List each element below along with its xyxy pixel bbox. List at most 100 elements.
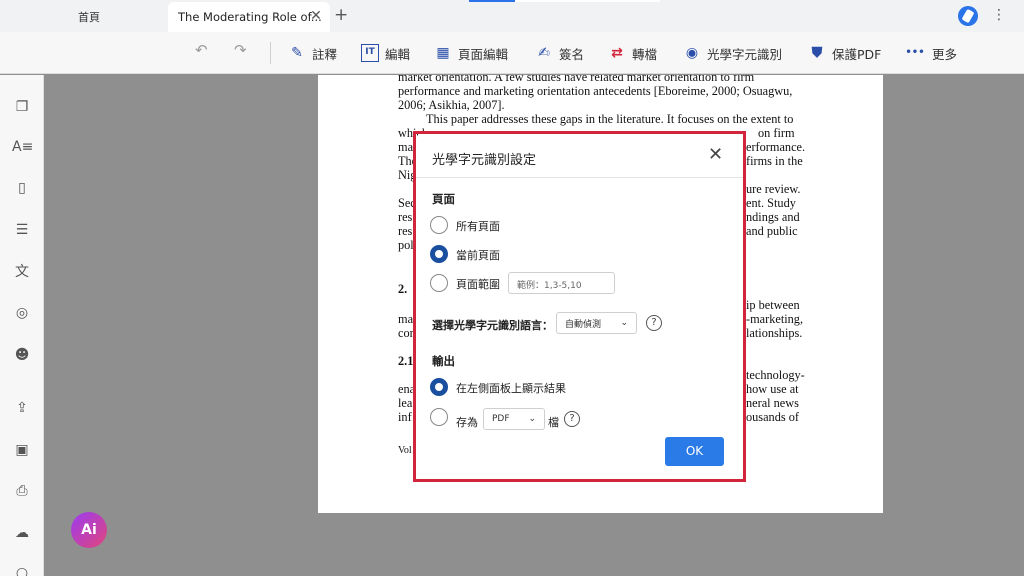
ocr-language-label: 選擇光學字元識別語言： (432, 319, 553, 332)
more-dots-icon: ••• (905, 47, 925, 58)
page-edit-button[interactable]: ▦ 頁面編輯 (434, 32, 508, 74)
left-sidebar: ❐ A≡ ▯ ☰ 文 ◎ ☻ ⇪ ▣ ⎙ ☁ ○ (0, 75, 44, 576)
doc-line: lationships. (746, 326, 803, 340)
doc-footer: Vol (398, 445, 412, 456)
file-suffix-label: 檔 (548, 416, 559, 429)
close-tab-icon[interactable]: ✕ (308, 8, 324, 24)
doc-line: This paper addresses these gaps in the l… (426, 112, 794, 126)
ocr-button[interactable]: ◉ 光學字元識別 (683, 32, 782, 74)
tab-home-label: 首頁 (78, 11, 100, 24)
doc-line: ousands of (746, 410, 799, 424)
doc-line: 2006; Asikhia, 2007]. (398, 98, 505, 112)
dialog-divider (416, 177, 743, 178)
doc-line: on firm (758, 126, 795, 140)
bookmark-icon[interactable]: ▯ (12, 178, 32, 198)
outline-icon[interactable]: ☰ (12, 220, 32, 240)
doc-line: performance and marketing orientation an… (398, 84, 793, 98)
ocr-sidebar-icon[interactable]: ◎ (12, 303, 32, 323)
main-toolbar: ↶ ↷ ✎ 註釋 IT 編輯 ▦ 頁面編輯 ✍ 簽名 ⇄ 轉檔 ◉ 光學字元識別… (0, 32, 1024, 74)
page-range-input[interactable]: 範例：1,3-5,10 (508, 272, 615, 294)
doc-line: and public (746, 224, 798, 238)
account-icon[interactable] (958, 6, 978, 26)
chevron-down-icon: ⌄ (620, 318, 628, 328)
chevron-down-icon: ⌄ (528, 414, 536, 424)
dialog-title: 光學字元識別設定 (432, 153, 537, 168)
doc-line: ip between (746, 298, 800, 312)
translate-icon[interactable]: 文 (12, 262, 32, 282)
help-icon[interactable]: ? (564, 411, 580, 427)
ocr-language-value: 自動偵測 (565, 319, 602, 330)
tab-document[interactable]: The Moderating Role of... ✕ (168, 2, 330, 32)
radio-page-range-label: 頁面範圍 (456, 278, 500, 291)
doc-line: pol (398, 238, 414, 252)
pen-icon: ✎ (291, 45, 303, 61)
radio-output-panel-label: 在左側面板上顯示結果 (456, 382, 566, 395)
close-icon[interactable]: ✕ (708, 145, 723, 165)
radio-page-range[interactable] (430, 274, 448, 292)
convert-label: 轉檔 (632, 46, 658, 62)
doc-line: erformance. (746, 140, 806, 154)
ok-button[interactable]: OK (665, 437, 724, 466)
tab-home[interactable]: 首頁 (0, 0, 168, 32)
doc-heading: 2.1 (398, 354, 414, 368)
doc-line: firms in the (746, 154, 803, 168)
radio-current-page-label: 當前頁面 (456, 249, 500, 262)
more-button[interactable]: ••• 更多 (904, 32, 957, 74)
doc-line: ma (398, 312, 414, 326)
doc-line: res (398, 224, 413, 238)
add-tab-icon[interactable]: + (334, 6, 348, 24)
help-icon[interactable]: ? (646, 315, 662, 331)
doc-line: ndings and (746, 210, 800, 224)
radio-output-panel[interactable] (430, 378, 448, 396)
doc-line: ma (398, 140, 414, 154)
window-drag-indicator (469, 0, 515, 2)
page-edit-label: 頁面編輯 (458, 46, 509, 62)
edit-label: 編輯 (385, 46, 411, 62)
text-edit-icon: IT (361, 44, 379, 62)
doc-line: -marketing, (746, 312, 804, 326)
doc-line: ent. Study (746, 196, 796, 210)
share-icon[interactable]: ⇪ (12, 398, 32, 418)
radio-all-pages[interactable] (430, 216, 448, 234)
output-format-select[interactable]: PDF ⌄ (483, 408, 545, 430)
output-section-label: 輸出 (432, 354, 455, 368)
convert-icon: ⇄ (611, 45, 623, 61)
shield-icon: ⛊ (811, 45, 823, 61)
redo-icon[interactable]: ↷ (234, 41, 247, 59)
doc-line: res (398, 210, 413, 224)
annotate-button[interactable]: ✎ 註釋 (288, 32, 337, 74)
cloud-upload-icon[interactable]: ☁ (12, 523, 32, 543)
assistant-icon[interactable]: ☻ (12, 345, 32, 365)
ocr-settings-dialog: 光學字元識別設定 ✕ 頁面 所有頁面 當前頁面 頁面範圍 範例：1,3-5,10… (416, 134, 743, 479)
radio-current-page[interactable] (430, 245, 448, 263)
sign-label: 簽名 (559, 46, 585, 62)
search-icon[interactable]: ○ (12, 563, 32, 576)
annotate-label: 註釋 (312, 46, 338, 62)
doc-line: technology- (746, 368, 805, 382)
tab-document-title: The Moderating Role of... (178, 10, 322, 24)
sign-button[interactable]: ✍ 簽名 (535, 32, 584, 74)
protect-pdf-button[interactable]: ⛊ 保護PDF (808, 32, 882, 74)
ocr-language-select[interactable]: 自動偵測 ⌄ (556, 312, 637, 334)
window-drag-indicator-light (515, 0, 660, 2)
doc-line: how use at (746, 382, 799, 396)
doc-line: ure review. (746, 182, 801, 196)
pages-icon[interactable]: ❐ (12, 97, 32, 117)
doc-line: cor (398, 326, 414, 340)
print-icon[interactable]: ⎙ (12, 481, 32, 501)
radio-save-as-label: 存為 (456, 416, 478, 429)
signature-icon: ✍ (538, 45, 550, 61)
more-vertical-icon[interactable]: ⋮ (992, 6, 1006, 24)
edit-button[interactable]: IT 編輯 (361, 32, 410, 74)
undo-icon[interactable]: ↶ (195, 41, 208, 59)
radio-save-as[interactable] (430, 408, 448, 426)
protect-pdf-label: 保護PDF (832, 46, 882, 62)
ai-assistant-button[interactable]: Ai (71, 512, 107, 548)
doc-line: neral news (746, 396, 799, 410)
radio-all-pages-label: 所有頁面 (456, 220, 500, 233)
save-icon[interactable]: ▣ (12, 440, 32, 460)
tab-bar: 首頁 The Moderating Role of... ✕ + ⋮ (0, 0, 1024, 32)
text-icon[interactable]: A≡ (12, 137, 33, 157)
page-grid-icon: ▦ (436, 45, 450, 61)
convert-button[interactable]: ⇄ 轉檔 (608, 32, 657, 74)
